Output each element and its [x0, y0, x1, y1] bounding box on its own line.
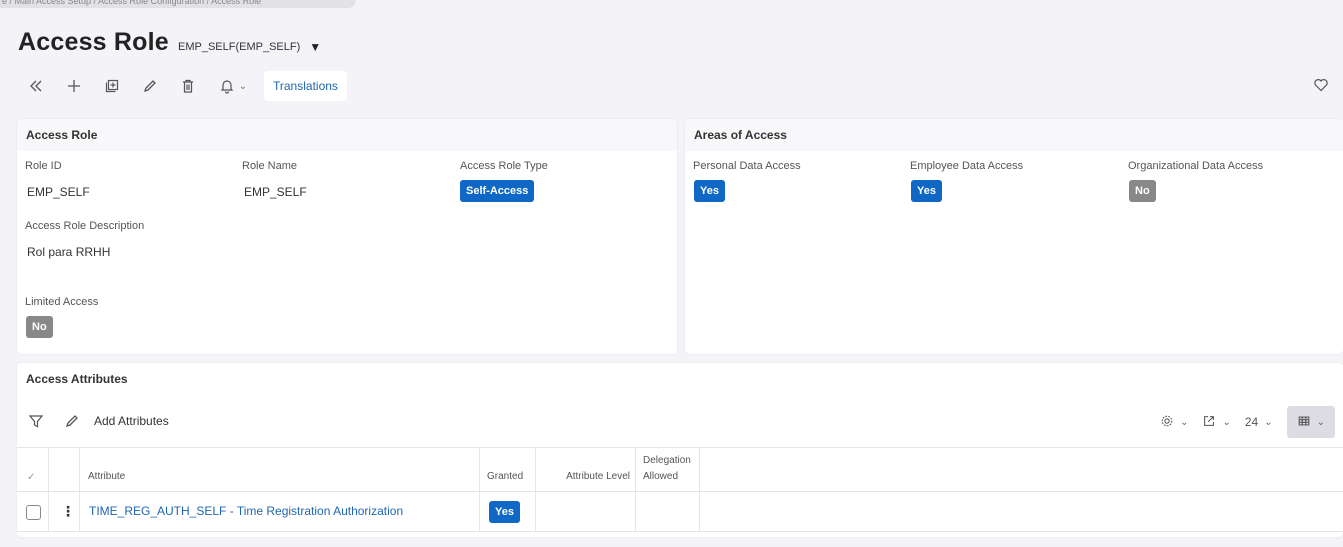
- table-header: ✓ Attribute Granted Attribute Level Dele…: [17, 447, 1343, 491]
- table-row[interactable]: ⋮ TIME_REG_AUTH_SELF - Time Registration…: [17, 491, 1343, 532]
- heart-icon[interactable]: [1313, 77, 1329, 93]
- description-value: Rol para RRHH: [27, 245, 111, 259]
- page-size-value: 24: [1244, 415, 1259, 429]
- record-selector[interactable]: EMP_SELF(EMP_SELF) ▼: [178, 40, 321, 54]
- employee-data-label: Employee Data Access: [910, 160, 1024, 172]
- add-attributes-button[interactable]: Add Attributes: [86, 406, 177, 436]
- chevron-down-icon: ⌄: [1222, 416, 1231, 428]
- attribute-cell: TIME_REG_AUTH_SELF - Time Registration A…: [80, 492, 480, 531]
- granted-column-header[interactable]: Granted: [480, 448, 536, 491]
- column-label: Attribute: [88, 471, 126, 482]
- double-chevron-left-icon[interactable]: [22, 72, 50, 100]
- breadcrumb[interactable]: e / Main Access Setup / Access Role Conf…: [0, 0, 356, 8]
- chevron-down-icon: ⌄: [1264, 416, 1273, 428]
- card-title: Areas of Access: [685, 119, 1343, 151]
- granted-cell: Yes: [480, 492, 536, 531]
- select-all-column[interactable]: ✓: [17, 448, 49, 491]
- grid-settings-button[interactable]: ⌄: [1160, 414, 1188, 431]
- employee-data-badge: Yes: [911, 180, 942, 202]
- column-label: Attribute Level: [566, 471, 630, 482]
- pencil-icon[interactable]: [60, 409, 84, 433]
- attribute-level-cell: [536, 492, 636, 531]
- table-view-button[interactable]: ⌄: [1286, 406, 1335, 438]
- export-icon: [1202, 414, 1216, 431]
- attributes-table: ✓ Attribute Granted Attribute Level Dele…: [17, 447, 1343, 532]
- attributes-toolbar: Add Attributes: [24, 406, 177, 436]
- chevron-down-icon: ⌄: [1316, 416, 1325, 428]
- granted-badge: Yes: [489, 501, 520, 523]
- grid-tools: ⌄ ⌄ 24 ⌄ ⌄: [1146, 406, 1335, 438]
- gear-icon: [1160, 414, 1174, 431]
- main-toolbar: ⌄ Translations: [22, 71, 347, 101]
- plus-icon[interactable]: [60, 72, 88, 100]
- personal-data-label: Personal Data Access: [693, 160, 801, 172]
- org-data-label: Organizational Data Access: [1128, 160, 1264, 172]
- trash-icon[interactable]: [174, 72, 202, 100]
- actions-column: [49, 448, 80, 491]
- card-title: Access Attributes: [17, 363, 1343, 395]
- role-name-value: EMP_SELF: [244, 185, 307, 199]
- description-label: Access Role Description: [25, 220, 145, 232]
- role-name-label: Role Name: [242, 160, 298, 172]
- access-role-card: Access Role Role ID EMP_SELF Role Name E…: [17, 119, 677, 354]
- role-id-value: EMP_SELF: [27, 185, 90, 199]
- table-icon: [1297, 414, 1311, 431]
- delegation-cell: [636, 492, 700, 531]
- column-label: Delegation: [643, 455, 691, 466]
- row-select-cell: [17, 492, 49, 531]
- pencil-icon[interactable]: [136, 72, 164, 100]
- duplicate-icon[interactable]: [98, 72, 126, 100]
- role-type-label: Access Role Type: [460, 160, 548, 172]
- card-title: Access Role: [17, 119, 677, 151]
- caret-down-icon[interactable]: ▼: [309, 40, 321, 54]
- filter-icon[interactable]: [24, 409, 48, 433]
- row-actions-cell: ⋮: [49, 492, 80, 531]
- areas-of-access-card: Areas of Access Personal Data Access Yes…: [685, 119, 1343, 354]
- org-data-badge: No: [1129, 180, 1156, 202]
- personal-data-badge: Yes: [694, 180, 725, 202]
- translations-button[interactable]: Translations: [264, 71, 347, 101]
- chevron-down-icon: ⌄: [1180, 416, 1189, 428]
- export-button[interactable]: ⌄: [1202, 414, 1231, 431]
- column-label: Allowed: [643, 471, 679, 482]
- attribute-level-column-header[interactable]: Attribute Level: [536, 448, 636, 491]
- row-checkbox[interactable]: [26, 505, 41, 520]
- page-title: Access Role: [18, 28, 169, 56]
- record-subtitle: EMP_SELF(EMP_SELF): [178, 41, 301, 53]
- attribute-link[interactable]: TIME_REG_AUTH_SELF - Time Registration A…: [89, 504, 403, 518]
- limited-access-label: Limited Access: [25, 296, 99, 308]
- limited-access-badge: No: [26, 316, 53, 338]
- bell-icon[interactable]: ⌄: [212, 72, 254, 100]
- kebab-menu-icon[interactable]: ⋮: [61, 503, 75, 520]
- chevron-down-icon: ⌄: [238, 80, 248, 92]
- delegation-column-header[interactable]: Delegation Allowed: [636, 448, 700, 491]
- check-icon: ✓: [27, 472, 36, 483]
- role-id-label: Role ID: [25, 160, 62, 172]
- attribute-column-header[interactable]: Attribute: [80, 448, 480, 491]
- role-type-badge: Self-Access: [460, 180, 535, 202]
- column-label: Granted: [487, 471, 524, 482]
- page-size-select[interactable]: 24 ⌄: [1245, 415, 1273, 429]
